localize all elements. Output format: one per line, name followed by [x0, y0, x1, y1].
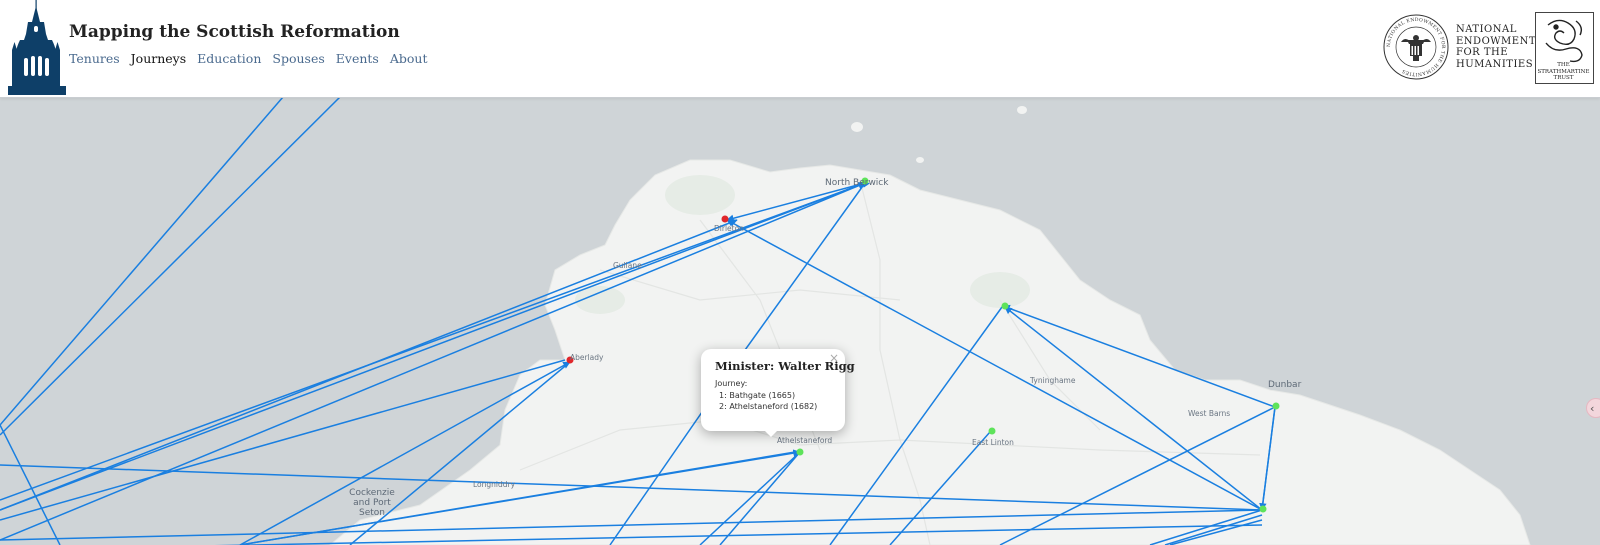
place-label-athelstaneford: Athelstaneford: [777, 436, 833, 445]
place-label-cockenzie: Cockenzie and Port Seton: [349, 488, 395, 518]
place-marker[interactable]: [796, 448, 804, 456]
neh-seal-icon[interactable]: NATIONAL ENDOWMENT FOR THE HUMANITIES: [1383, 14, 1449, 80]
islands: [851, 106, 1027, 163]
place-label-west-barns: West Barns: [1188, 409, 1231, 418]
popup-journey: Journey: 1: Bathgate (1665) 2: Athelstan…: [715, 378, 817, 413]
journey-route-line: [0, 97, 284, 426]
chevron-left-icon[interactable]: ‹: [1586, 398, 1600, 418]
journey-route-line: [0, 97, 341, 436]
place-label-dunbar: Dunbar: [1268, 380, 1302, 390]
place-label-tyninghame: Tyninghame: [1030, 376, 1076, 385]
strathmartine-caption: THE STRATHMARTINE TRUST: [1537, 62, 1590, 81]
nav-events[interactable]: Events: [336, 51, 379, 66]
place-marker[interactable]: [988, 427, 996, 435]
minister-popup: Minister: Walter Rigg × Journey: 1: Bath…: [701, 349, 855, 431]
nav-about[interactable]: About: [390, 51, 428, 66]
place-label-aberlady: Aberlady: [570, 353, 604, 362]
map-canvas[interactable]: [0, 97, 1600, 545]
popup-journey-stop: 1: Bathgate (1665): [719, 390, 796, 400]
site-header: Mapping the Scottish Reformation Tenures…: [0, 0, 1600, 98]
nav-tenures[interactable]: Tenures: [69, 51, 120, 66]
cathedral-logo-icon[interactable]: [8, 0, 66, 95]
place-marker[interactable]: [1259, 505, 1267, 513]
site-title[interactable]: Mapping the Scottish Reformation: [69, 22, 400, 42]
neh-name[interactable]: NATIONAL ENDOWMENT FOR THE HUMANITIES: [1456, 24, 1536, 70]
place-label-dirleton: Dirleton: [714, 224, 744, 233]
nav-spouses[interactable]: Spouses: [272, 51, 324, 66]
place-marker[interactable]: [1272, 402, 1280, 410]
nav-education[interactable]: Education: [197, 51, 261, 66]
popup-close-button[interactable]: ×: [829, 351, 839, 365]
place-label-gullane: Gullane: [613, 261, 642, 270]
place-label-longniddry: Longniddry: [473, 480, 516, 489]
place-label-north-berwick: North Berwick: [825, 178, 889, 188]
place-marker[interactable]: [1001, 302, 1009, 310]
popup-journey-stop: 2: Athelstaneford (1682): [719, 402, 818, 411]
popup-tip: [761, 427, 781, 437]
popup-journey-label: Journey:: [715, 379, 748, 388]
nav-journeys[interactable]: Journeys: [131, 51, 187, 66]
place-marker[interactable]: [721, 215, 729, 223]
place-label-east-linton: East Linton: [972, 438, 1014, 447]
journeys-map[interactable]: North Berwick Dirleton Gullane Aberlady …: [0, 97, 1600, 545]
main-nav: Tenures Journeys Education Spouses Event…: [69, 51, 427, 66]
